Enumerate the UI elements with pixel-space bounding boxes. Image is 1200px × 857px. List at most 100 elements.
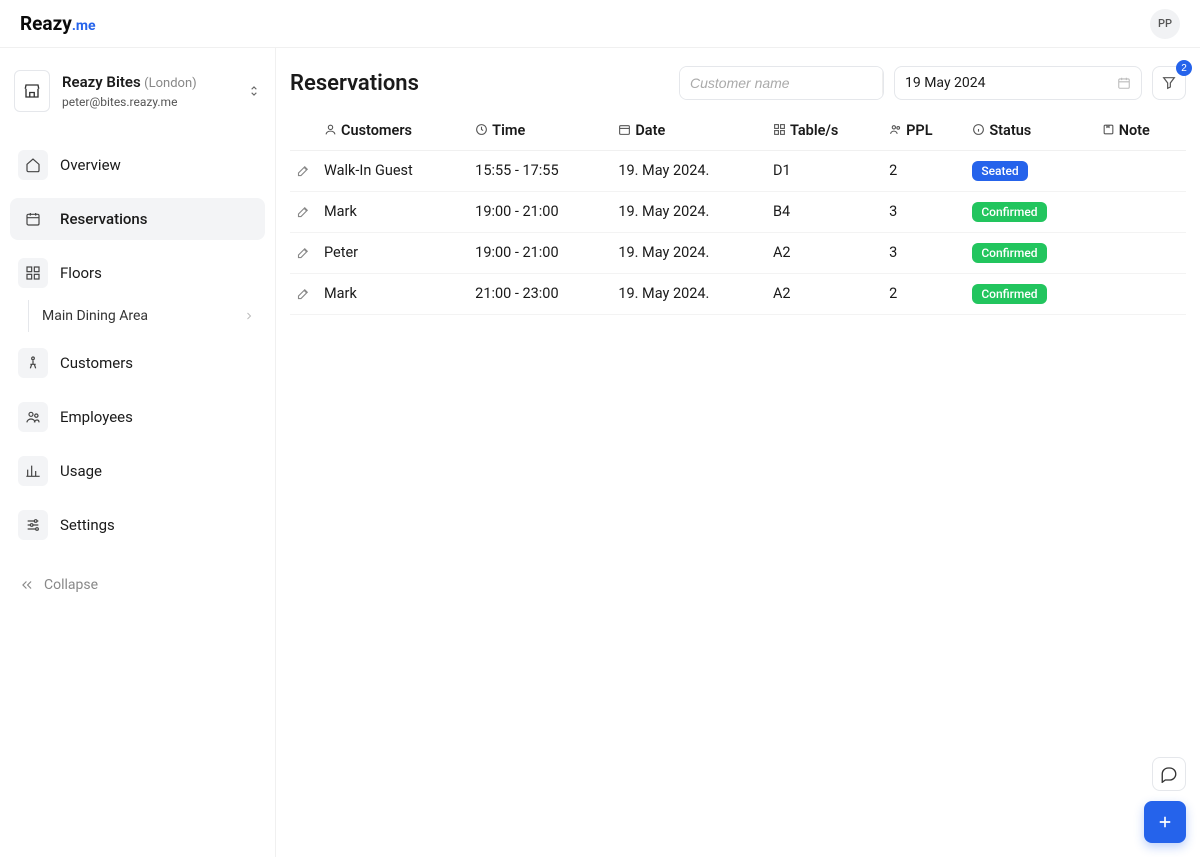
search-icon[interactable] (882, 67, 884, 99)
filter-count-badge: 2 (1176, 60, 1192, 76)
cell-date: 19. May 2024. (612, 232, 767, 273)
nav-list: Overview Reservations Floors Main Dining… (10, 144, 265, 558)
person-icon (18, 348, 48, 378)
topbar: Reazy.me PP (0, 0, 1200, 48)
status-badge: Confirmed (972, 284, 1046, 304)
cell-time: 19:00 - 21:00 (469, 232, 612, 273)
nav-floors[interactable]: Floors (10, 252, 265, 294)
store-icon (14, 70, 50, 112)
status-badge: Confirmed (972, 202, 1046, 222)
main-content: Reservations 19 May 2024 2 Customer (276, 48, 1200, 857)
org-location: (London) (144, 76, 197, 91)
nav-label: Overview (60, 156, 121, 174)
cell-note (1096, 150, 1186, 191)
cell-time: 21:00 - 23:00 (469, 273, 612, 314)
cell-date: 19. May 2024. (612, 150, 767, 191)
people-icon (889, 123, 902, 140)
cell-customer: Walk-In Guest (318, 150, 469, 191)
nav-employees[interactable]: Employees (10, 396, 265, 438)
app-logo[interactable]: Reazy.me (20, 12, 96, 35)
nav-settings[interactable]: Settings (10, 504, 265, 546)
nav-floors-sub[interactable]: Main Dining Area (10, 300, 265, 332)
collapse-button[interactable]: Collapse (10, 571, 265, 599)
edit-icon[interactable] (290, 232, 318, 273)
search-input[interactable] (680, 67, 882, 99)
date-value: 19 May 2024 (905, 75, 986, 91)
col-customers[interactable]: Customers (318, 114, 469, 150)
col-note[interactable]: Note (1096, 114, 1186, 150)
table-row[interactable]: Peter19:00 - 21:0019. May 2024.A23Confir… (290, 232, 1186, 273)
cell-table: A2 (767, 232, 883, 273)
col-status[interactable]: Status (966, 114, 1095, 150)
logo-main: Reazy (20, 12, 72, 35)
cell-customer: Mark (318, 191, 469, 232)
col-date[interactable]: Date (612, 114, 767, 150)
reservations-table: Customers Time Date Table/s PPL Status N… (290, 114, 1186, 315)
nav-label: Floors (60, 264, 102, 282)
edit-icon[interactable] (290, 150, 318, 191)
cell-table: A2 (767, 273, 883, 314)
nav-usage[interactable]: Usage (10, 450, 265, 492)
grid-icon (773, 123, 786, 140)
nav-reservations[interactable]: Reservations (10, 198, 265, 240)
filter-button[interactable]: 2 (1152, 66, 1186, 100)
col-time[interactable]: Time (469, 114, 612, 150)
team-icon (18, 402, 48, 432)
cell-status: Confirmed (966, 232, 1095, 273)
cell-time: 15:55 - 17:55 (469, 150, 612, 191)
col-tables[interactable]: Table/s (767, 114, 883, 150)
cell-status: Seated (966, 150, 1095, 191)
cell-customer: Peter (318, 232, 469, 273)
date-picker[interactable]: 19 May 2024 (894, 66, 1142, 100)
org-switcher[interactable]: Reazy Bites (London) peter@bites.reazy.m… (10, 66, 265, 116)
table-row[interactable]: Walk-In Guest15:55 - 17:5519. May 2024.D… (290, 150, 1186, 191)
chevron-right-icon (243, 310, 255, 322)
edit-icon[interactable] (290, 191, 318, 232)
nav-label: Reservations (60, 210, 147, 228)
cell-table: B4 (767, 191, 883, 232)
cell-time: 19:00 - 21:00 (469, 191, 612, 232)
cell-note (1096, 232, 1186, 273)
user-icon (324, 123, 337, 140)
cell-status: Confirmed (966, 191, 1095, 232)
nav-customers[interactable]: Customers (10, 342, 265, 384)
page-title: Reservations (290, 71, 669, 96)
filter-icon (1161, 75, 1177, 91)
cell-table: D1 (767, 150, 883, 191)
chevron-double-left-icon (20, 578, 34, 592)
cell-status: Confirmed (966, 273, 1095, 314)
grid-icon (18, 258, 48, 288)
cell-ppl: 2 (883, 273, 966, 314)
home-icon (18, 150, 48, 180)
cell-customer: Mark (318, 273, 469, 314)
org-text: Reazy Bites (London) peter@bites.reazy.m… (62, 73, 235, 109)
cell-note (1096, 191, 1186, 232)
user-avatar[interactable]: PP (1150, 9, 1180, 39)
customer-search[interactable] (679, 66, 884, 100)
info-icon (972, 123, 985, 140)
nav-overview[interactable]: Overview (10, 144, 265, 186)
calendar-icon (618, 123, 631, 140)
cell-note (1096, 273, 1186, 314)
nav-label: Employees (60, 408, 133, 426)
edit-icon[interactable] (290, 273, 318, 314)
nav-label: Settings (60, 516, 115, 534)
col-ppl[interactable]: PPL (883, 114, 966, 150)
cell-date: 19. May 2024. (612, 273, 767, 314)
table-row[interactable]: Mark19:00 - 21:0019. May 2024.B43Confirm… (290, 191, 1186, 232)
cell-ppl: 3 (883, 191, 966, 232)
status-badge: Seated (972, 161, 1027, 181)
add-reservation-button[interactable] (1144, 801, 1186, 843)
logo-suffix: .me (72, 18, 96, 34)
cell-ppl: 2 (883, 150, 966, 191)
nav-label: Usage (60, 462, 102, 480)
table-row[interactable]: Mark21:00 - 23:0019. May 2024.A22 Confirm… (290, 273, 1186, 314)
calendar-icon (1117, 76, 1131, 90)
collapse-label: Collapse (44, 577, 98, 593)
org-email: peter@bites.reazy.me (62, 95, 235, 109)
chat-button[interactable] (1152, 757, 1186, 791)
clock-icon (475, 123, 488, 140)
cell-ppl: 3 (883, 232, 966, 273)
sidebar: Reazy Bites (London) peter@bites.reazy.m… (0, 48, 276, 857)
org-name: Reazy Bites (62, 73, 141, 91)
